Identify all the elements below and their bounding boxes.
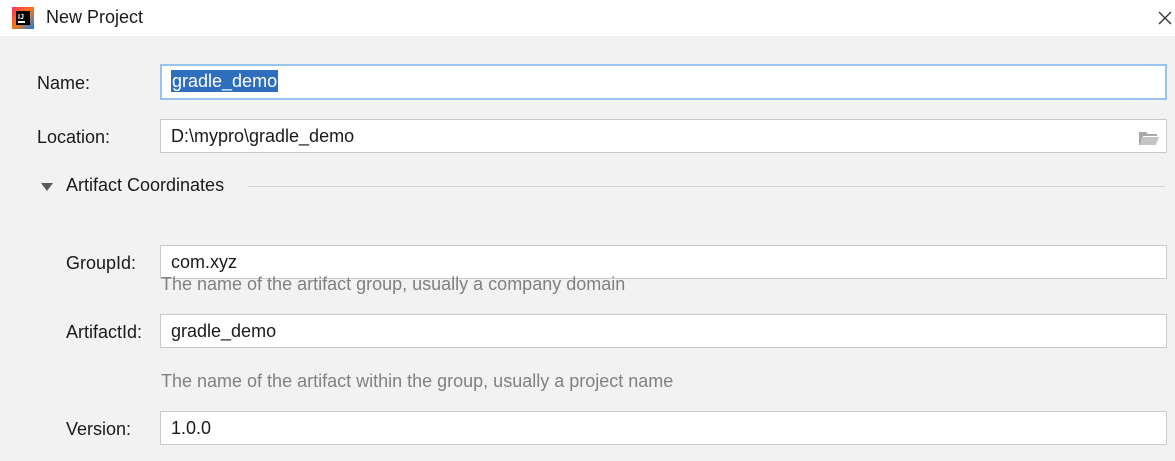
groupid-label: GroupId:	[66, 253, 137, 273]
name-input[interactable]: gradle_demo	[160, 64, 1167, 100]
window-title: New Project	[46, 7, 144, 27]
name-input-value: gradle_demo	[171, 70, 279, 92]
location-label: Location:	[37, 127, 111, 147]
version-label: Version:	[66, 419, 132, 439]
location-input[interactable]: D:\mypro\gradle_demo	[160, 119, 1167, 153]
version-input-value: 1.0.0	[171, 418, 212, 438]
intellij-icon: IJ	[12, 7, 34, 29]
artifactid-input[interactable]: gradle_demo	[160, 314, 1167, 348]
title-bar: IJ New Project	[0, 0, 1175, 36]
name-label: Name:	[37, 73, 91, 93]
location-input-value: D:\mypro\gradle_demo	[171, 126, 355, 146]
artifact-coordinates-title[interactable]: Artifact Coordinates	[66, 175, 224, 196]
artifactid-label: ArtifactId:	[66, 322, 143, 342]
folder-icon[interactable]	[1138, 126, 1160, 146]
section-divider	[248, 186, 1165, 187]
version-input[interactable]: 1.0.0	[160, 411, 1167, 445]
close-icon	[1158, 11, 1172, 25]
groupid-input-value: com.xyz	[171, 252, 238, 272]
close-button[interactable]	[1155, 4, 1175, 32]
artifactid-hint: The name of the artifact within the grou…	[161, 371, 674, 391]
triangle-down-icon[interactable]	[40, 180, 54, 192]
artifactid-input-value: gradle_demo	[171, 321, 277, 341]
groupid-hint: The name of the artifact group, usually …	[161, 274, 626, 294]
svg-text:IJ: IJ	[18, 14, 24, 21]
